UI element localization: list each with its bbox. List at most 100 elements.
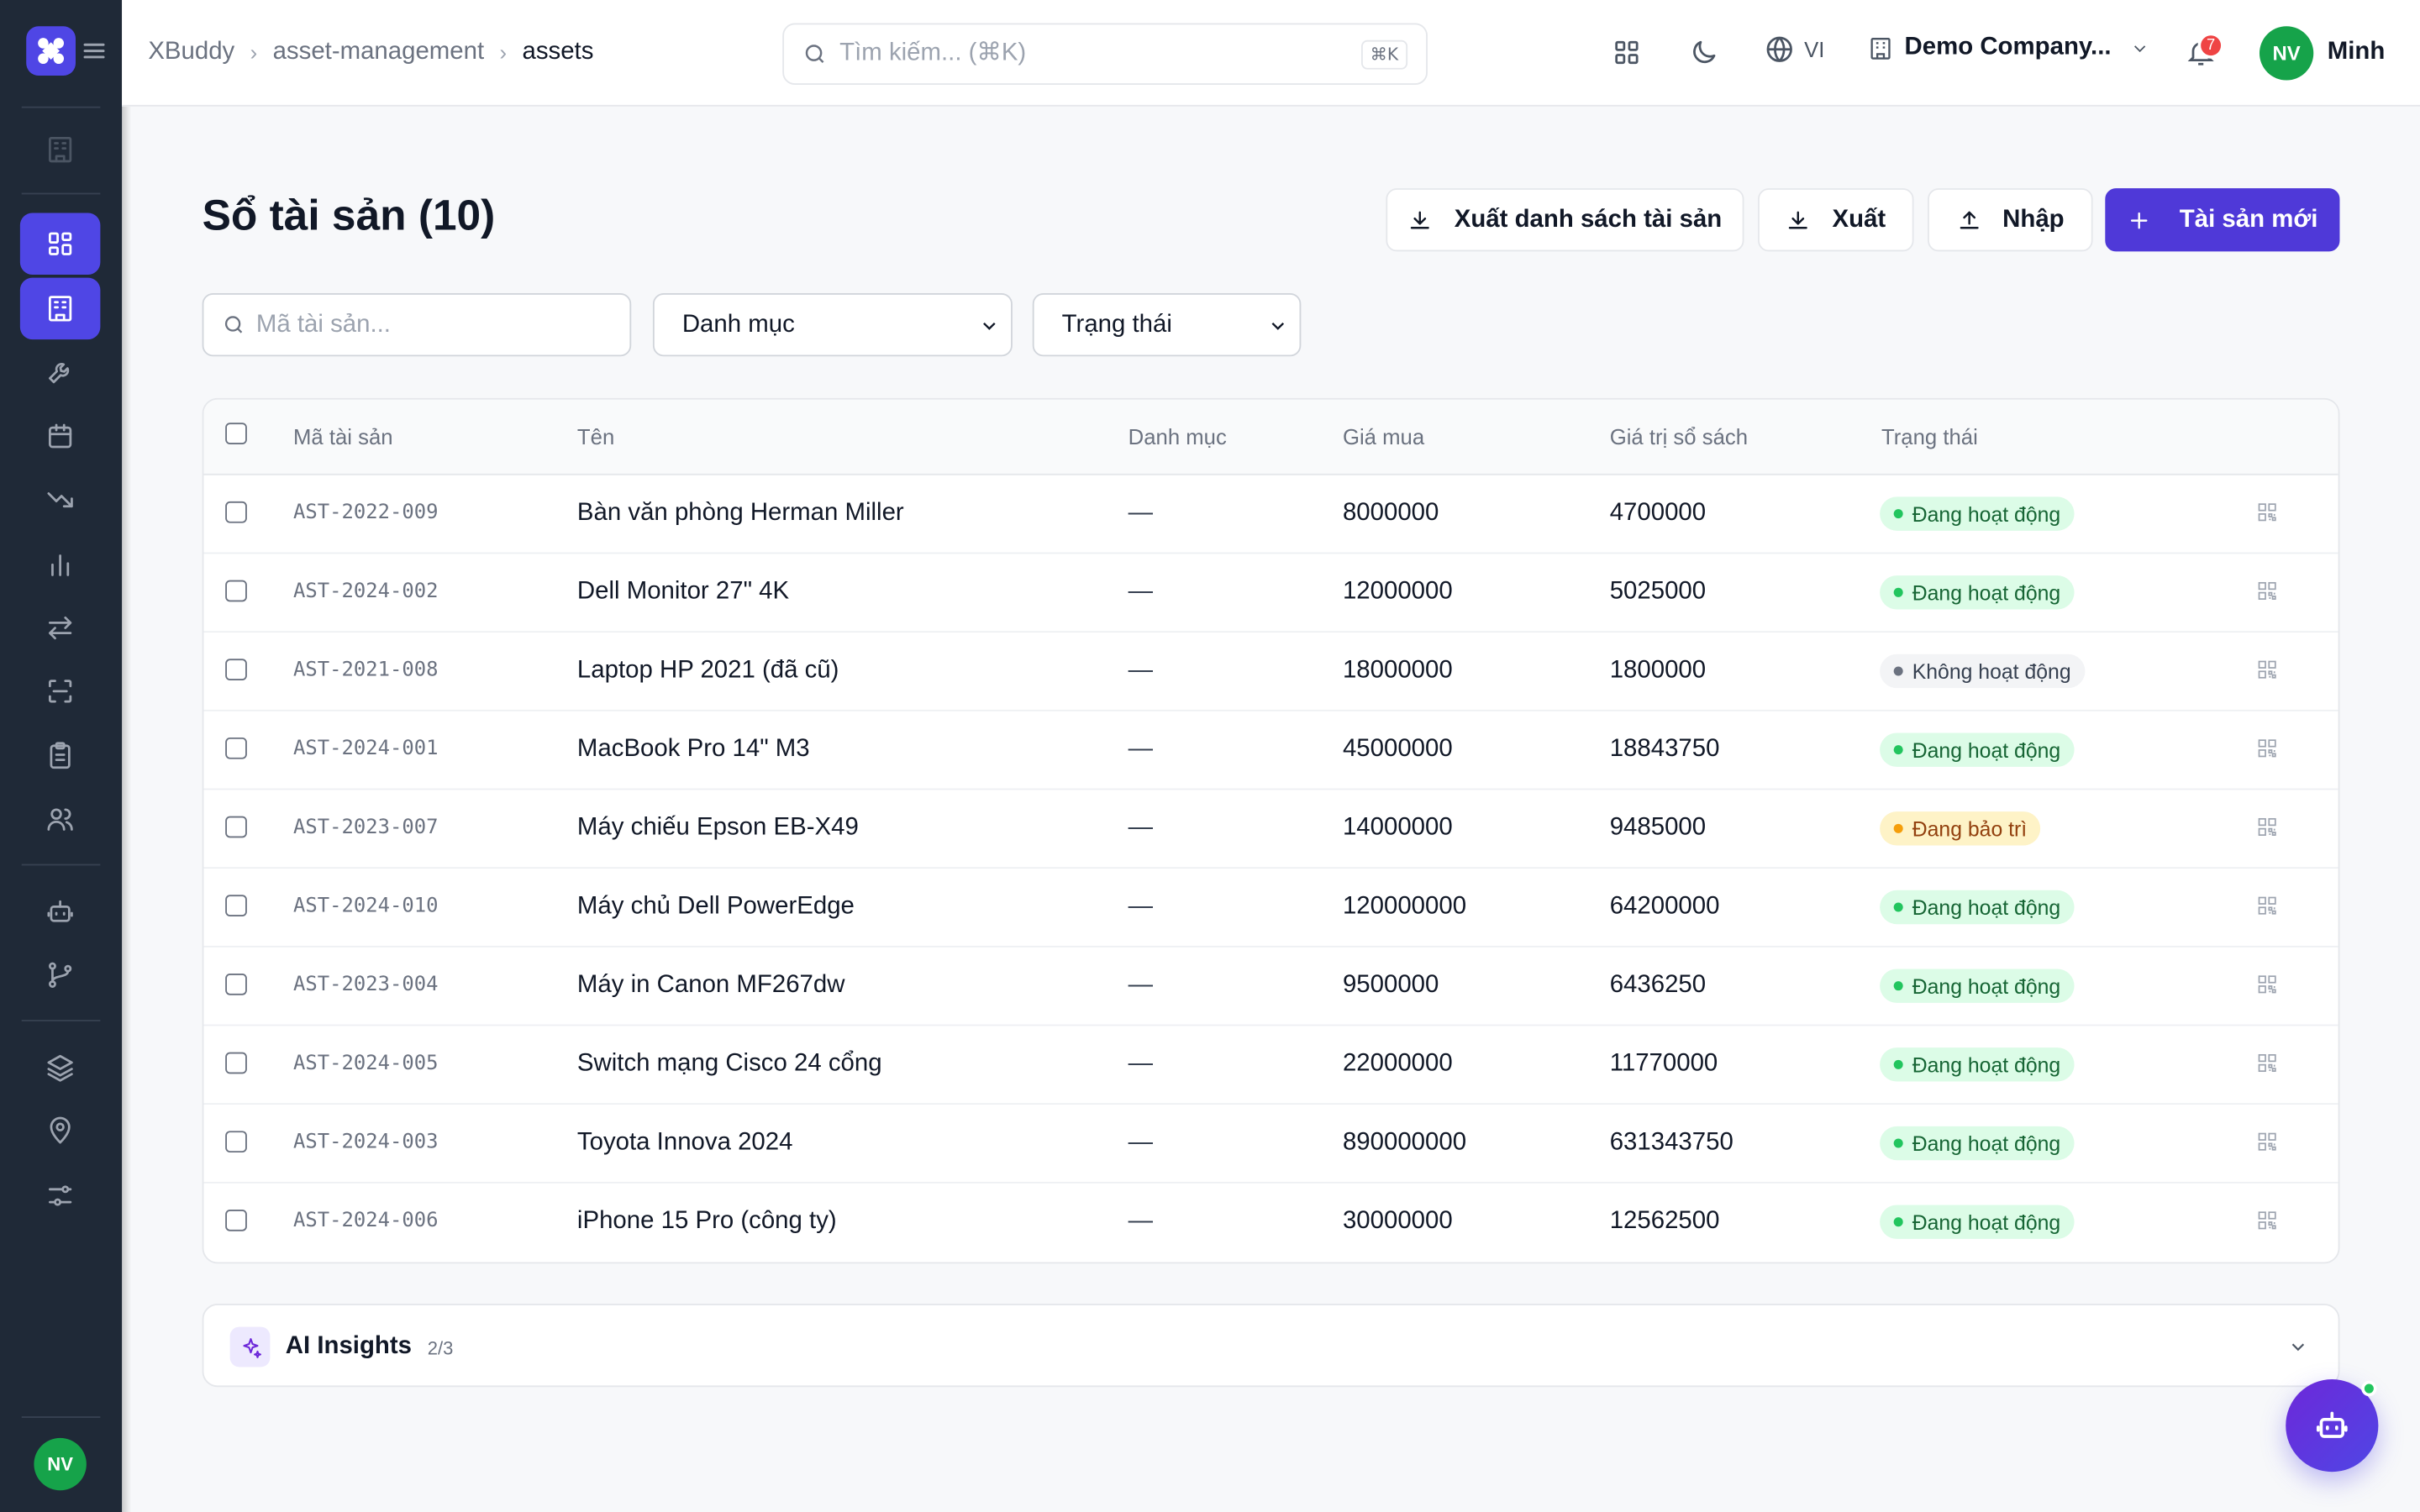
sidebar-item-organization[interactable] [20, 118, 101, 180]
row-checkbox[interactable] [225, 973, 247, 995]
sidebar-user-avatar[interactable]: NV [34, 1437, 87, 1491]
menu-toggle-icon[interactable] [83, 40, 105, 62]
apps-grid-button[interactable] [1608, 34, 1645, 71]
sidebar-item-scan[interactable] [20, 660, 101, 722]
column-header-status[interactable]: Trạng thái [1881, 424, 1978, 449]
breadcrumb-item-home[interactable]: XBuddy [148, 39, 234, 66]
sidebar-item-transfer[interactable] [20, 597, 101, 659]
sidebar-item-maintenance[interactable] [20, 341, 101, 402]
row-checkbox[interactable] [225, 1052, 247, 1074]
row-checkbox[interactable] [225, 1131, 247, 1153]
category-select[interactable]: Danh mục [652, 292, 1013, 357]
asset-name[interactable]: iPhone 15 Pro (công ty) [577, 1208, 837, 1236]
company-switcher[interactable]: Demo Company... [1867, 34, 2149, 61]
asset-code[interactable]: AST-2024-005 [293, 1053, 439, 1076]
sidebar-item-locations[interactable] [20, 1100, 101, 1162]
new-asset-button[interactable]: Tài sản mới [2105, 188, 2340, 252]
row-checkbox[interactable] [225, 895, 247, 917]
table-row[interactable]: AST-2022-009 Bàn văn phòng Herman Miller —… [203, 475, 2338, 554]
git-branch-icon [49, 962, 72, 988]
export-button[interactable]: Xuất [1758, 188, 1914, 252]
table-row[interactable]: AST-2024-002 Dell Monitor 27" 4K — 12000000… [203, 554, 2338, 633]
row-checkbox[interactable] [225, 501, 247, 523]
table-row[interactable]: AST-2024-006 iPhone 15 Pro (công ty) — 3000… [203, 1184, 2338, 1263]
column-header-name[interactable]: Tên [577, 424, 614, 449]
status-dot [1893, 823, 1903, 833]
global-search[interactable]: ⌘K [782, 23, 1428, 86]
user-avatar[interactable]: NV [2259, 26, 2314, 81]
row-checkbox[interactable] [225, 737, 247, 759]
qr-code-icon[interactable] [2256, 1131, 2278, 1152]
sidebar-item-dashboard[interactable] [19, 213, 101, 275]
sidebar-item-reports[interactable] [20, 534, 101, 596]
sidebar-item-workflow[interactable] [20, 944, 101, 1005]
sidebar-item-assets[interactable] [19, 277, 101, 340]
row-checkbox[interactable] [225, 580, 247, 602]
column-header-code[interactable]: Mã tài sản [293, 424, 393, 449]
sidebar-item-categories[interactable] [20, 1037, 101, 1098]
qr-code-icon[interactable] [2256, 738, 2278, 759]
row-checkbox[interactable] [225, 659, 247, 680]
qr-code-icon[interactable] [2256, 816, 2278, 838]
asset-code[interactable]: AST-2024-003 [293, 1131, 439, 1154]
row-checkbox[interactable] [225, 816, 247, 838]
app-logo-icon[interactable] [26, 26, 76, 76]
asset-code[interactable]: AST-2023-004 [293, 974, 439, 997]
qr-code-icon[interactable] [2256, 1210, 2278, 1231]
sidebar-item-depreciation[interactable] [20, 469, 101, 530]
sidebar-item-inventory[interactable] [20, 725, 101, 786]
column-header-category[interactable]: Danh mục [1128, 424, 1227, 449]
row-checkbox[interactable] [225, 1209, 247, 1231]
asset-name[interactable]: Laptop HP 2021 (đã cũ) [577, 657, 839, 685]
global-search-input[interactable] [839, 39, 1361, 68]
chevron-down-icon[interactable] [2287, 1336, 2309, 1358]
table-row[interactable]: AST-2023-007 Máy chiếu Epson EB-X49 — 14000… [203, 790, 2338, 869]
qr-code-icon[interactable] [2256, 659, 2278, 680]
qr-code-icon[interactable] [2256, 501, 2278, 523]
asset-code[interactable]: AST-2024-001 [293, 738, 439, 761]
asset-name[interactable]: Máy chủ Dell PowerEdge [577, 893, 855, 921]
qr-code-icon[interactable] [2256, 1053, 2278, 1074]
asset-code[interactable]: AST-2023-007 [293, 816, 439, 840]
language-label: VI [1804, 37, 1825, 62]
language-switcher[interactable]: VI [1764, 34, 1824, 65]
breadcrumb-item-module[interactable]: asset-management [273, 39, 485, 66]
sidebar-item-settings[interactable] [20, 1165, 101, 1226]
asset-name[interactable]: Máy in Canon MF267dw [577, 972, 845, 1000]
table-row[interactable]: AST-2024-005 Switch mạng Cisco 24 cổng — 22… [203, 1026, 2338, 1105]
column-header-price[interactable]: Giá mua [1343, 424, 1424, 449]
asset-name[interactable]: Toyota Innova 2024 [577, 1129, 793, 1157]
qr-code-icon[interactable] [2256, 580, 2278, 602]
asset-code[interactable]: AST-2022-009 [293, 501, 439, 525]
asset-code[interactable]: AST-2021-008 [293, 659, 439, 682]
ai-insights-panel[interactable]: AI Insights 2/3 [202, 1304, 2340, 1388]
table-row[interactable]: AST-2021-008 Laptop HP 2021 (đã cũ) — 18000… [203, 633, 2338, 711]
asset-name[interactable]: MacBook Pro 14" M3 [577, 736, 810, 764]
select-all-checkbox[interactable] [225, 423, 247, 444]
export-asset-list-button[interactable]: Xuất danh sách tài sản [1386, 188, 1744, 252]
qr-code-icon[interactable] [2256, 974, 2278, 995]
import-button[interactable]: Nhập [1928, 188, 2093, 252]
theme-toggle-button[interactable] [1686, 34, 1723, 71]
ai-insights-count: 2/3 [427, 1337, 454, 1360]
asset-code[interactable]: AST-2024-002 [293, 580, 439, 604]
asset-name[interactable]: Switch mạng Cisco 24 cổng [577, 1051, 882, 1079]
asset-name[interactable]: Bàn văn phòng Herman Miller [577, 500, 904, 528]
status-select[interactable]: Trạng thái [1032, 292, 1302, 357]
asset-code-input[interactable] [255, 311, 612, 339]
user-name[interactable]: Minh [2328, 39, 2386, 66]
table-row[interactable]: AST-2024-001 MacBook Pro 14" M3 — 45000000 1… [203, 711, 2338, 790]
asset-name[interactable]: Máy chiếu Epson EB-X49 [577, 815, 859, 843]
asset-code[interactable]: AST-2024-010 [293, 895, 439, 918]
table-row[interactable]: AST-2024-010 Máy chủ Dell PowerEdge — 12000… [203, 869, 2338, 948]
table-row[interactable]: AST-2023-004 Máy in Canon MF267dw — 9500000… [203, 948, 2338, 1026]
asset-code[interactable]: AST-2024-006 [293, 1210, 439, 1233]
sidebar-item-ai-agent[interactable] [20, 881, 101, 942]
sidebar-item-calendar[interactable] [20, 406, 101, 467]
asset-name[interactable]: Dell Monitor 27" 4K [577, 579, 789, 606]
asset-code-filter[interactable] [202, 292, 632, 357]
table-row[interactable]: AST-2024-003 Toyota Innova 2024 — 890000000… [203, 1105, 2338, 1184]
sidebar-item-users[interactable] [20, 789, 101, 850]
column-header-book-value[interactable]: Giá trị sổ sách [1610, 424, 1748, 449]
qr-code-icon[interactable] [2256, 895, 2278, 916]
